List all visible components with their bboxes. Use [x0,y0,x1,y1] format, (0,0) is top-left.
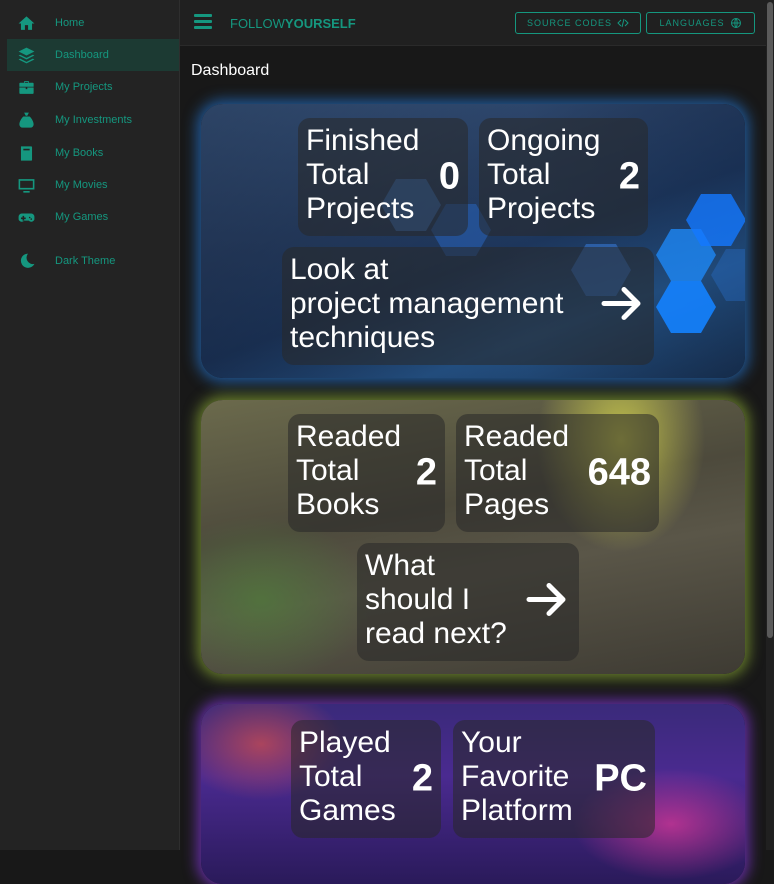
read-books-label: Readed Total Books [296,420,402,521]
brand-bold: YOURSELF [284,16,356,31]
sidebar-item-label: Home [55,17,85,29]
hex-decoration [656,281,716,333]
ongoing-projects-tile: Ongoing Total Projects 2 [479,118,648,236]
books-card: Readed Total Books 2 Readed Total Pages … [201,400,745,674]
layers-icon [7,46,45,65]
code-icon [617,18,629,28]
favorite-platform-tile: Your Favorite Platform PC [453,720,655,838]
read-books-tile: Readed Total Books 2 [288,414,445,532]
finished-projects-value: 0 [438,155,460,198]
read-pages-value: 648 [587,451,651,494]
hamburger-menu-icon[interactable] [194,14,212,30]
sidebar-item-label: My Movies [55,179,108,191]
languages-label: LANGUAGES [659,18,725,28]
gamepad-icon [7,208,45,227]
sidebar-item-label: My Investments [55,114,133,126]
money-bag-icon [7,111,45,130]
project-management-link-label: Look at project management techniques [290,253,564,354]
projects-card: Finished Total Projects 0 Ongoing Total … [201,104,745,378]
read-books-value: 2 [415,451,437,494]
read-next-link[interactable]: What should I read next? [357,543,579,661]
globe-icon [730,18,741,28]
finished-projects-tile: Finished Total Projects 0 [298,118,468,236]
sidebar-item-my-books[interactable]: My Books [7,137,179,169]
sidebar-item-my-investments[interactable]: My Investments [7,104,179,136]
monitor-icon [7,176,45,195]
played-games-label: Played Total Games [299,726,396,827]
arrow-right-icon [525,580,569,625]
favorite-platform-value: PC [594,757,647,800]
home-icon [7,14,45,33]
played-games-tile: Played Total Games 2 [291,720,441,838]
sidebar-item-my-movies[interactable]: My Movies [7,169,179,201]
book-icon [7,144,45,163]
dark-theme-toggle[interactable]: Dark Theme [7,245,179,277]
sidebar: Home Dashboard My Projects My Investment… [0,0,180,850]
sidebar-item-dashboard[interactable]: Dashboard [7,39,179,71]
read-pages-label: Readed Total Pages [464,420,570,521]
arrow-right-icon [600,284,644,329]
page-title: Dashboard [191,62,270,79]
sidebar-item-my-games[interactable]: My Games [7,201,179,233]
played-games-value: 2 [411,757,433,800]
sidebar-item-label: My Games [55,211,109,223]
briefcase-icon [7,78,45,97]
moon-icon [7,252,45,271]
games-card: Played Total Games 2 Your Favorite Platf… [201,704,745,884]
top-header: FOLLOWYOURSELF SOURCE CODES LANGUAGES [180,0,766,46]
languages-button[interactable]: LANGUAGES [646,12,755,34]
ongoing-projects-label: Ongoing Total Projects [487,124,601,225]
favorite-platform-label: Your Favorite Platform [461,726,573,827]
read-pages-tile: Readed Total Pages 648 [456,414,659,532]
sidebar-item-label: My Projects [55,81,113,93]
ongoing-projects-value: 2 [618,155,640,198]
sidebar-item-label: My Books [55,147,104,159]
hex-decoration [711,249,745,301]
sidebar-item-my-projects[interactable]: My Projects [7,71,179,103]
project-management-link[interactable]: Look at project management techniques [282,247,654,365]
brand-logo[interactable]: FOLLOWYOURSELF [230,16,356,31]
source-codes-label: SOURCE CODES [526,18,612,28]
sidebar-item-home[interactable]: Home [7,7,179,39]
dark-theme-label: Dark Theme [55,255,116,267]
source-codes-button[interactable]: SOURCE CODES [515,12,641,34]
brand-light: FOLLOW [230,16,285,31]
scrollbar-thumb[interactable] [767,2,773,638]
finished-projects-label: Finished Total Projects [306,124,420,225]
sidebar-item-label: Dashboard [55,49,109,61]
read-next-link-label: What should I read next? [365,549,507,650]
